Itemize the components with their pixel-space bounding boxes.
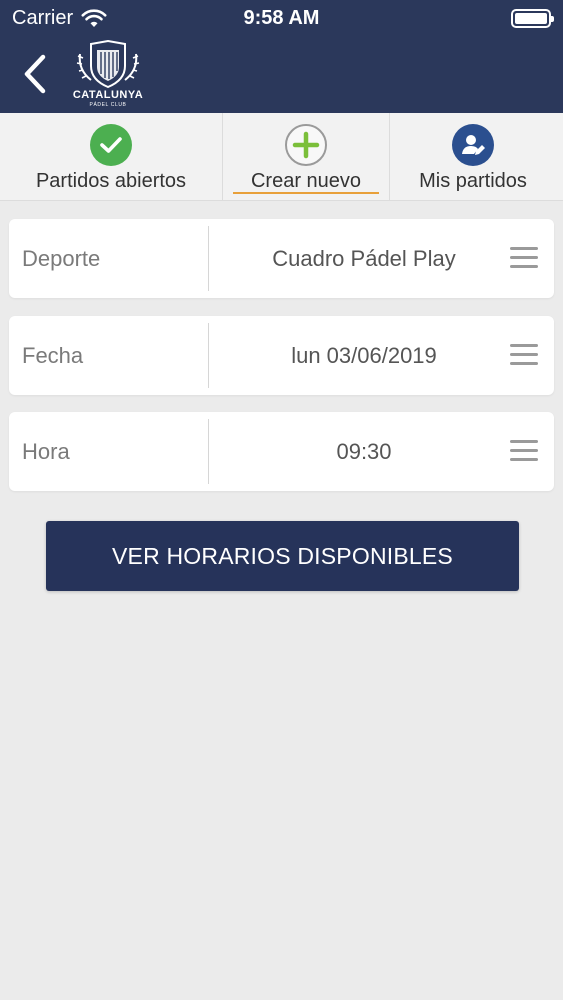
tab-my-matches[interactable]: Mis partidos bbox=[389, 113, 556, 201]
tab-create-new[interactable]: Crear nuevo bbox=[222, 113, 389, 201]
date-label: Fecha bbox=[22, 343, 84, 368]
menu-icon bbox=[510, 440, 538, 462]
show-available-times-button[interactable]: VER HORARIOS DISPONIBLES bbox=[46, 521, 519, 591]
status-time: 9:58 AM bbox=[243, 7, 320, 29]
plus-circle-icon bbox=[285, 124, 327, 166]
status-bar: Carrier 9:58 AM bbox=[0, 0, 563, 38]
menu-icon bbox=[510, 344, 538, 366]
tab-open-matches[interactable]: Partidos abiertos bbox=[0, 113, 222, 201]
date-value: lun 03/06/2019 bbox=[291, 343, 437, 368]
tab-label: Partidos abiertos bbox=[35, 170, 187, 192]
time-selector[interactable]: Hora 09:30 bbox=[9, 412, 554, 491]
app-screen: Carrier 9:58 AM CATALUNYA PÁDEL CLUB Par… bbox=[0, 0, 563, 1000]
check-circle-icon bbox=[90, 124, 132, 166]
logo-brand: CATALUNYA bbox=[72, 89, 144, 101]
battery-icon bbox=[511, 9, 554, 28]
tab-bar: Partidos abiertos Crear nuevo Mis partid… bbox=[0, 113, 563, 201]
sport-selector[interactable]: Deporte Cuadro Pádel Play bbox=[9, 219, 554, 298]
tab-label: Crear nuevo bbox=[250, 170, 362, 192]
active-tab-indicator bbox=[233, 192, 379, 194]
sport-label: Deporte bbox=[22, 246, 101, 271]
time-label: Hora bbox=[22, 439, 70, 464]
header-bar: Carrier 9:58 AM CATALUNYA PÁDEL CLUB bbox=[0, 0, 563, 113]
menu-icon bbox=[510, 247, 538, 269]
back-button[interactable] bbox=[18, 52, 52, 96]
chevron-left-icon bbox=[24, 54, 46, 94]
user-edit-icon bbox=[452, 124, 494, 166]
time-value: 09:30 bbox=[336, 439, 392, 464]
date-selector[interactable]: Fecha lun 03/06/2019 bbox=[9, 316, 554, 395]
crest-icon bbox=[76, 40, 140, 89]
tab-label: Mis partidos bbox=[419, 170, 527, 192]
logo-subtitle: PÁDEL CLUB bbox=[89, 102, 127, 108]
sport-value: Cuadro Pádel Play bbox=[272, 246, 456, 271]
club-logo: CATALUNYA PÁDEL CLUB bbox=[70, 40, 146, 110]
